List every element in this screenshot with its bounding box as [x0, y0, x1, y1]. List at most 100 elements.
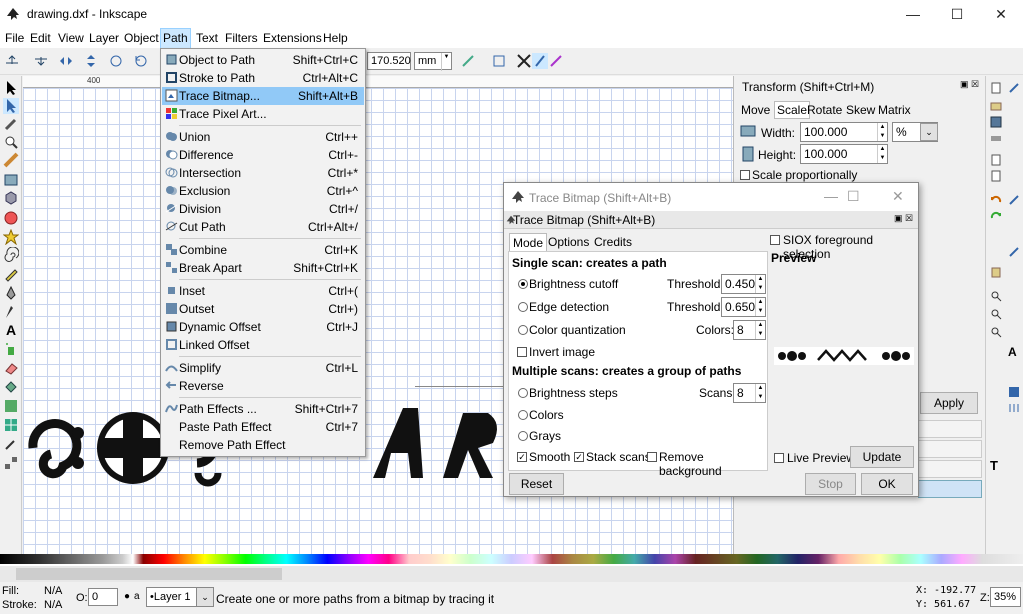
- update-button[interactable]: Update: [850, 446, 914, 468]
- menu-item-trace-bitmap[interactable]: Trace Bitmap... Shift+Alt+B: [162, 87, 364, 105]
- grays-radio[interactable]: [518, 431, 528, 441]
- menu-item-difference[interactable]: Difference Ctrl+-: [162, 146, 364, 164]
- minimize-button[interactable]: —: [891, 0, 935, 29]
- menu-item-outset[interactable]: Outset Ctrl+): [162, 300, 364, 318]
- scale-stroke-icon[interactable]: [460, 53, 476, 69]
- flip-horizontal-icon[interactable]: [58, 53, 74, 69]
- dialog-maximize-button[interactable]: ☐: [847, 188, 860, 205]
- dialog-close-button[interactable]: ✕: [892, 188, 904, 205]
- menu-extensions[interactable]: Extensions: [262, 31, 323, 45]
- box3d-tool-icon[interactable]: [3, 190, 19, 206]
- eraser-tool-icon[interactable]: [3, 360, 19, 376]
- dialog-minimize-button[interactable]: —: [824, 188, 838, 204]
- menu-item-stroke-to-path[interactable]: Stroke to Path Ctrl+Alt+C: [162, 69, 364, 87]
- opacity-input[interactable]: 0: [88, 588, 118, 606]
- menu-item-break-apart[interactable]: Break Apart Shift+Ctrl+K: [162, 259, 364, 277]
- menu-item-reverse[interactable]: Reverse: [162, 377, 364, 395]
- paste-icon[interactable]: [990, 266, 1002, 278]
- paint-bucket-tool-icon[interactable]: [3, 379, 19, 395]
- menu-file[interactable]: File: [4, 31, 25, 45]
- transform-tab-skew[interactable]: Skew: [846, 103, 875, 117]
- rectangle-tool-icon[interactable]: [3, 172, 19, 188]
- remove-background-checkbox[interactable]: [647, 452, 657, 462]
- transform-tab-rotate[interactable]: Rotate: [807, 103, 842, 117]
- tab-options[interactable]: Options: [545, 233, 592, 252]
- calligraphy-tool-icon[interactable]: [3, 304, 19, 320]
- invert-image-checkbox[interactable]: [517, 347, 527, 357]
- chevron-down-icon[interactable]: ⌄: [196, 587, 214, 607]
- xml-editor-icon[interactable]: [1008, 386, 1020, 398]
- apply-button[interactable]: Apply: [920, 392, 978, 414]
- text-font-icon[interactable]: A: [1008, 346, 1020, 358]
- spray-tool-icon[interactable]: [3, 341, 19, 357]
- transform-width-input[interactable]: 100.000 ▲ ▼: [800, 122, 888, 142]
- scroll-thumb[interactable]: [16, 568, 282, 580]
- close-button[interactable]: ✕: [979, 0, 1023, 29]
- flip-vertical-icon[interactable]: [83, 53, 99, 69]
- threshold-input-2[interactable]: 0.650 ▲ ▼: [721, 297, 766, 317]
- live-preview-checkbox[interactable]: [774, 453, 784, 463]
- maximize-button[interactable]: ☐: [935, 0, 979, 29]
- menu-object[interactable]: Object: [123, 31, 160, 45]
- zoom-selection-icon[interactable]: [990, 290, 1002, 302]
- layer-visibility-icon[interactable]: ●: [124, 591, 130, 602]
- print-icon[interactable]: [990, 132, 1002, 144]
- menu-filters[interactable]: Filters: [224, 31, 259, 45]
- snap-midpoints-icon[interactable]: [1008, 246, 1020, 258]
- siox-checkbox[interactable]: [770, 235, 780, 245]
- brightness-steps-radio[interactable]: [518, 388, 528, 398]
- menu-item-division[interactable]: Division Ctrl+/: [162, 200, 364, 218]
- dock-buttons[interactable]: ▣ ☒: [960, 79, 979, 90]
- menu-edit[interactable]: Edit: [29, 31, 52, 45]
- menu-item-path-effects[interactable]: Path Effects ... Shift+Ctrl+7: [162, 400, 364, 418]
- transform-tab-scale[interactable]: Scale: [774, 101, 811, 119]
- layer-lock-icon[interactable]: a: [134, 591, 140, 602]
- transform-height-input[interactable]: 100.000 ▲ ▼: [800, 144, 888, 164]
- ellipse-tool-icon[interactable]: [3, 210, 19, 226]
- color-palette[interactable]: [0, 554, 1023, 566]
- rotate-ccw-icon[interactable]: [133, 53, 149, 69]
- tab-credits[interactable]: Credits: [591, 233, 635, 252]
- menu-item-linked-offset[interactable]: Linked Offset: [162, 336, 364, 354]
- move-gradient-icon[interactable]: [516, 53, 532, 69]
- connector-tool-icon[interactable]: [3, 455, 19, 471]
- horizontal-scrollbar[interactable]: [0, 566, 1023, 582]
- undo-icon[interactable]: [990, 194, 1002, 206]
- transform-icon[interactable]: [548, 53, 564, 69]
- menu-help[interactable]: Help: [322, 31, 349, 45]
- menu-layer[interactable]: Layer: [88, 31, 120, 45]
- tab-mode[interactable]: Mode: [509, 233, 548, 252]
- pen-tool-icon[interactable]: [3, 285, 19, 301]
- tweak-tool-icon[interactable]: [3, 116, 19, 132]
- unit-select[interactable]: mm ▼: [414, 52, 452, 71]
- rotate-icon[interactable]: [108, 53, 124, 69]
- export-icon[interactable]: [990, 170, 1002, 182]
- menu-item-simplify[interactable]: Simplify Ctrl+L: [162, 359, 364, 377]
- colors-radio[interactable]: [518, 410, 528, 420]
- color-quantization-radio[interactable]: [518, 325, 528, 335]
- threshold-input-1[interactable]: 0.450 ▲ ▼: [721, 274, 766, 294]
- dock-buttons[interactable]: ▣ ☒: [894, 213, 913, 224]
- text-and-font-icon[interactable]: T: [990, 459, 1002, 472]
- menu-path[interactable]: Path: [160, 28, 191, 49]
- star-tool-icon[interactable]: [3, 229, 19, 245]
- menu-item-trace-pixel-art[interactable]: Trace Pixel Art...: [162, 105, 364, 123]
- menu-item-intersection[interactable]: Intersection Ctrl+*: [162, 164, 364, 182]
- align-icon[interactable]: [1008, 402, 1020, 414]
- selector-tool-icon[interactable]: [3, 80, 19, 96]
- zoom-tool-icon[interactable]: [3, 134, 19, 150]
- redo-icon[interactable]: [990, 210, 1002, 222]
- text-tool-icon[interactable]: A: [3, 322, 19, 338]
- width-field[interactable]: 170.520: [367, 52, 411, 70]
- reset-button[interactable]: Reset: [509, 473, 564, 495]
- brightness-cutoff-radio[interactable]: [518, 279, 528, 289]
- menu-item-object-to-path[interactable]: Object to Path Shift+Ctrl+C: [162, 51, 364, 69]
- menu-text[interactable]: Text: [195, 31, 219, 45]
- move-pattern-icon[interactable]: [532, 53, 548, 69]
- scale-corners-icon[interactable]: [491, 53, 507, 69]
- mesh-tool-icon[interactable]: [3, 417, 19, 433]
- raise-icon[interactable]: [4, 53, 20, 69]
- menu-item-combine[interactable]: Combine Ctrl+K: [162, 241, 364, 259]
- zoom-input[interactable]: 35%: [990, 587, 1021, 607]
- menu-item-dynamic-offset[interactable]: Dynamic Offset Ctrl+J: [162, 318, 364, 336]
